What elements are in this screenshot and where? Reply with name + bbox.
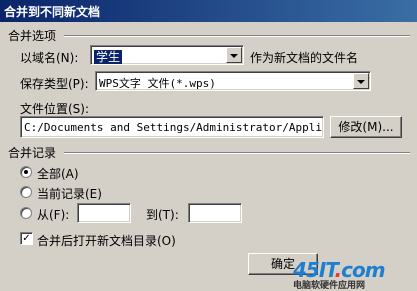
open-dir-checkbox[interactable]: ✓ xyxy=(20,232,33,245)
watermark-subtitle: 电脑软硬件应用网 xyxy=(293,281,366,291)
title-bar[interactable]: 合并到不同新文档 xyxy=(0,0,417,22)
options-group-title: 合并选项 xyxy=(8,29,57,43)
radio-selected-dot xyxy=(24,170,28,174)
save-type-dropdown-button[interactable] xyxy=(353,73,369,89)
range-to-input[interactable] xyxy=(188,203,242,223)
open-dir-label[interactable]: 合并后打开新文档目录(O) xyxy=(37,232,176,249)
site-watermark: 45IT.com 电脑软硬件应用网 xyxy=(287,258,413,291)
chevron-down-icon xyxy=(357,80,365,84)
field-name-dropdown-button[interactable] xyxy=(226,47,242,63)
dialog-title: 合并到不同新文档 xyxy=(4,5,101,19)
save-type-label: 保存类型(P): xyxy=(20,77,89,91)
field-name-suffix: 作为新文档的文件名 xyxy=(250,51,359,65)
modify-button[interactable]: 修改(M)... xyxy=(330,116,402,138)
options-group-divider xyxy=(64,35,410,37)
radio-all[interactable] xyxy=(20,166,32,178)
radio-current[interactable] xyxy=(20,186,32,198)
file-location-value: C:/Documents and Settings/Administrator/… xyxy=(24,121,324,134)
file-location-label: 文件位置(S): xyxy=(20,102,90,116)
save-type-value: WPS文字 文件(*.wps) xyxy=(99,77,216,90)
radio-all-label[interactable]: 全部(A) xyxy=(37,165,79,182)
records-group-title: 合并记录 xyxy=(8,146,57,160)
records-group-divider xyxy=(64,152,410,154)
field-name-label: 以域名(N): xyxy=(20,51,79,65)
field-name-value: 学生 xyxy=(94,50,123,64)
chevron-down-icon xyxy=(230,54,238,58)
merge-dialog: 合并到不同新文档 合并选项 以域名(N): 学生 作为新文档的文件名 保存类型(… xyxy=(0,0,417,291)
checkmark-icon: ✓ xyxy=(22,233,31,244)
range-from-input[interactable] xyxy=(77,203,131,223)
range-to-label: 到(T): xyxy=(146,208,179,222)
save-type-combo[interactable]: WPS文字 文件(*.wps) xyxy=(95,71,371,91)
radio-range[interactable] xyxy=(20,207,32,219)
file-location-input[interactable]: C:/Documents and Settings/Administrator/… xyxy=(20,116,324,138)
field-name-combo[interactable]: 学生 xyxy=(90,45,244,65)
radio-current-label[interactable]: 当前记录(E) xyxy=(37,185,102,202)
radio-range-label[interactable]: 从(F): xyxy=(37,206,69,223)
